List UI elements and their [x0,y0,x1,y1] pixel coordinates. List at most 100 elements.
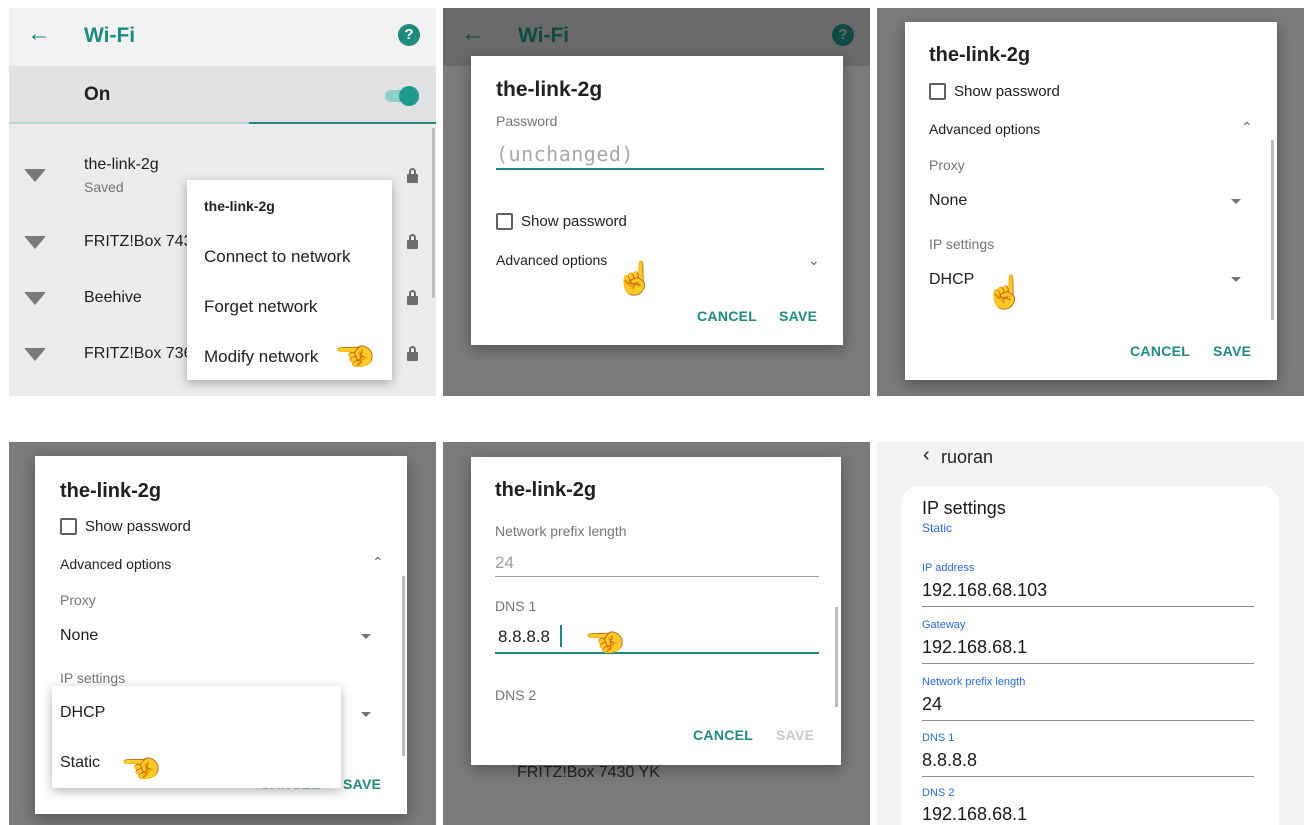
wifi-icon [24,169,46,182]
show-password-label[interactable]: Show password [521,213,627,230]
toolbar: ← Wi-Fi ? [9,8,436,66]
ip-settings-select[interactable]: DHCP [929,271,974,289]
dns1-label: DNS 1 [495,598,537,614]
network-status: Saved [84,179,124,195]
password-dialog-screen: ← Wi-Fi ? the-link-2g Password (unchange… [443,8,870,396]
chevron-down-icon[interactable]: ⌄ [808,252,820,269]
section-value: Static [922,521,953,535]
network-dialog: the-link-2g Show password Advanced optio… [905,22,1277,380]
lock-icon [407,168,418,183]
chevron-up-icon[interactable]: ⌃ [1241,119,1253,136]
proxy-select[interactable]: None [60,627,98,645]
dns2-label: DNS 2 [495,687,537,703]
bg-network-name: FRITZ!Box 7430 YK [517,764,660,781]
help-icon[interactable]: ? [398,24,420,46]
static-option[interactable]: Static [60,754,100,772]
network-dialog: the-link-2g Network prefix length 24 DNS… [471,457,841,765]
gateway-label: Gateway [922,619,966,631]
wifi-switch-row[interactable]: On [9,66,436,124]
checkbox-icon[interactable] [929,83,946,100]
cancel-button[interactable]: CANCEL [697,308,757,324]
field-divider [922,606,1254,607]
dropdown-icon[interactable] [361,634,371,639]
page-title: Wi-Fi [518,24,570,47]
forget-menu-item[interactable]: Forget network [204,297,317,317]
scrollbar[interactable] [835,607,838,707]
advanced-options-toggle[interactable]: Advanced options [496,252,607,268]
dialog-title: the-link-2g [495,479,597,501]
checkbox-icon[interactable] [60,518,77,535]
prefix-length-label: Network prefix length [495,523,627,539]
hand-pointer-icon: ☝ [336,336,373,376]
prefix-length-input[interactable]: 24 [495,553,514,573]
back-arrow-icon[interactable]: ← [27,22,51,46]
cancel-button[interactable]: CANCEL [1130,343,1190,359]
dns1-input[interactable]: 8.8.8.8 [498,627,550,647]
proxy-label: Proxy [929,157,965,173]
show-password-label[interactable]: Show password [954,83,1060,100]
dropdown-icon[interactable] [1231,199,1241,204]
wifi-icon [24,292,46,305]
advanced-options-toggle[interactable]: Advanced options [929,121,1040,137]
save-button[interactable]: SAVE [1213,343,1251,359]
proxy-label: Proxy [60,592,96,608]
dhcp-option[interactable]: DHCP [60,704,105,722]
menu-header: the-link-2g [204,198,275,214]
network-name: FRITZ!Box 736 [84,345,193,362]
dropdown-icon[interactable] [361,712,371,717]
wifi-toggle-thumb [399,86,419,106]
hand-pointer-icon: ☝ [615,260,655,296]
prefix-length-value[interactable]: 24 [922,694,942,715]
network-name: Beehive [84,289,142,306]
hand-pointer-icon: ☝ [985,274,1025,310]
hand-pointer-icon: ☝ [122,748,159,788]
switch-label: On [84,84,111,105]
checkbox-icon[interactable] [496,213,513,230]
ip-address-value[interactable]: 192.168.68.103 [922,580,1047,601]
save-button[interactable]: SAVE [779,308,817,324]
section-title[interactable]: IP settings [922,498,1006,519]
wifi-list-screen: ← Wi-Fi ? On the-link-2g Saved FRITZ!Box… [9,8,436,396]
ip-settings-result-screen: ‹ ruoran IP settings Static IP address 1… [877,442,1304,825]
static-fields-screen: FRITZ!Box 7430 YK the-link-2g Network pr… [443,442,870,825]
cancel-button[interactable]: CANCEL [693,727,753,743]
lock-icon [407,290,418,305]
save-button[interactable]: SAVE [343,776,381,792]
scrollbar[interactable] [402,576,405,756]
ip-settings-label: IP settings [929,236,995,252]
network-dialog: the-link-2g Password (unchanged) Show pa… [471,56,843,345]
wifi-icon [24,348,46,361]
help-icon: ? [832,24,854,46]
gateway-value[interactable]: 192.168.68.1 [922,637,1027,658]
lock-icon [407,234,418,249]
page-title: Wi-Fi [84,24,136,47]
dns1-value[interactable]: 8.8.8.8 [922,750,977,771]
password-underline [496,168,824,170]
connect-menu-item[interactable]: Connect to network [204,247,350,267]
ip-address-label: IP address [922,562,975,574]
prefix-length-label: Network prefix length [922,676,1026,688]
chevron-up-icon[interactable]: ⌃ [372,554,384,571]
text-cursor [560,625,562,647]
hand-pointer-icon: ☝ [586,622,623,662]
password-input[interactable]: (unchanged) [496,142,634,166]
advanced-options-toggle[interactable]: Advanced options [60,556,171,572]
modify-menu-item[interactable]: Modify network [204,347,318,367]
dropdown-icon[interactable] [1231,277,1241,282]
dialog-title: the-link-2g [60,480,162,502]
scrollbar[interactable] [1271,140,1274,320]
password-label: Password [496,113,558,129]
dns1-label: DNS 1 [922,732,955,744]
ip-settings-dropdown: DHCP Static [52,686,341,788]
field-divider [922,720,1254,721]
field-divider [922,776,1254,777]
progress-indicator [249,122,436,124]
wifi-icon [24,236,46,249]
show-password-label[interactable]: Show password [85,518,191,535]
back-icon[interactable]: ‹ [923,444,930,467]
dns2-label: DNS 2 [922,787,955,799]
save-button[interactable]: SAVE [776,727,814,743]
proxy-select[interactable]: None [929,192,967,210]
dns2-value[interactable]: 192.168.68.1 [922,804,1027,825]
lock-icon [407,346,418,361]
